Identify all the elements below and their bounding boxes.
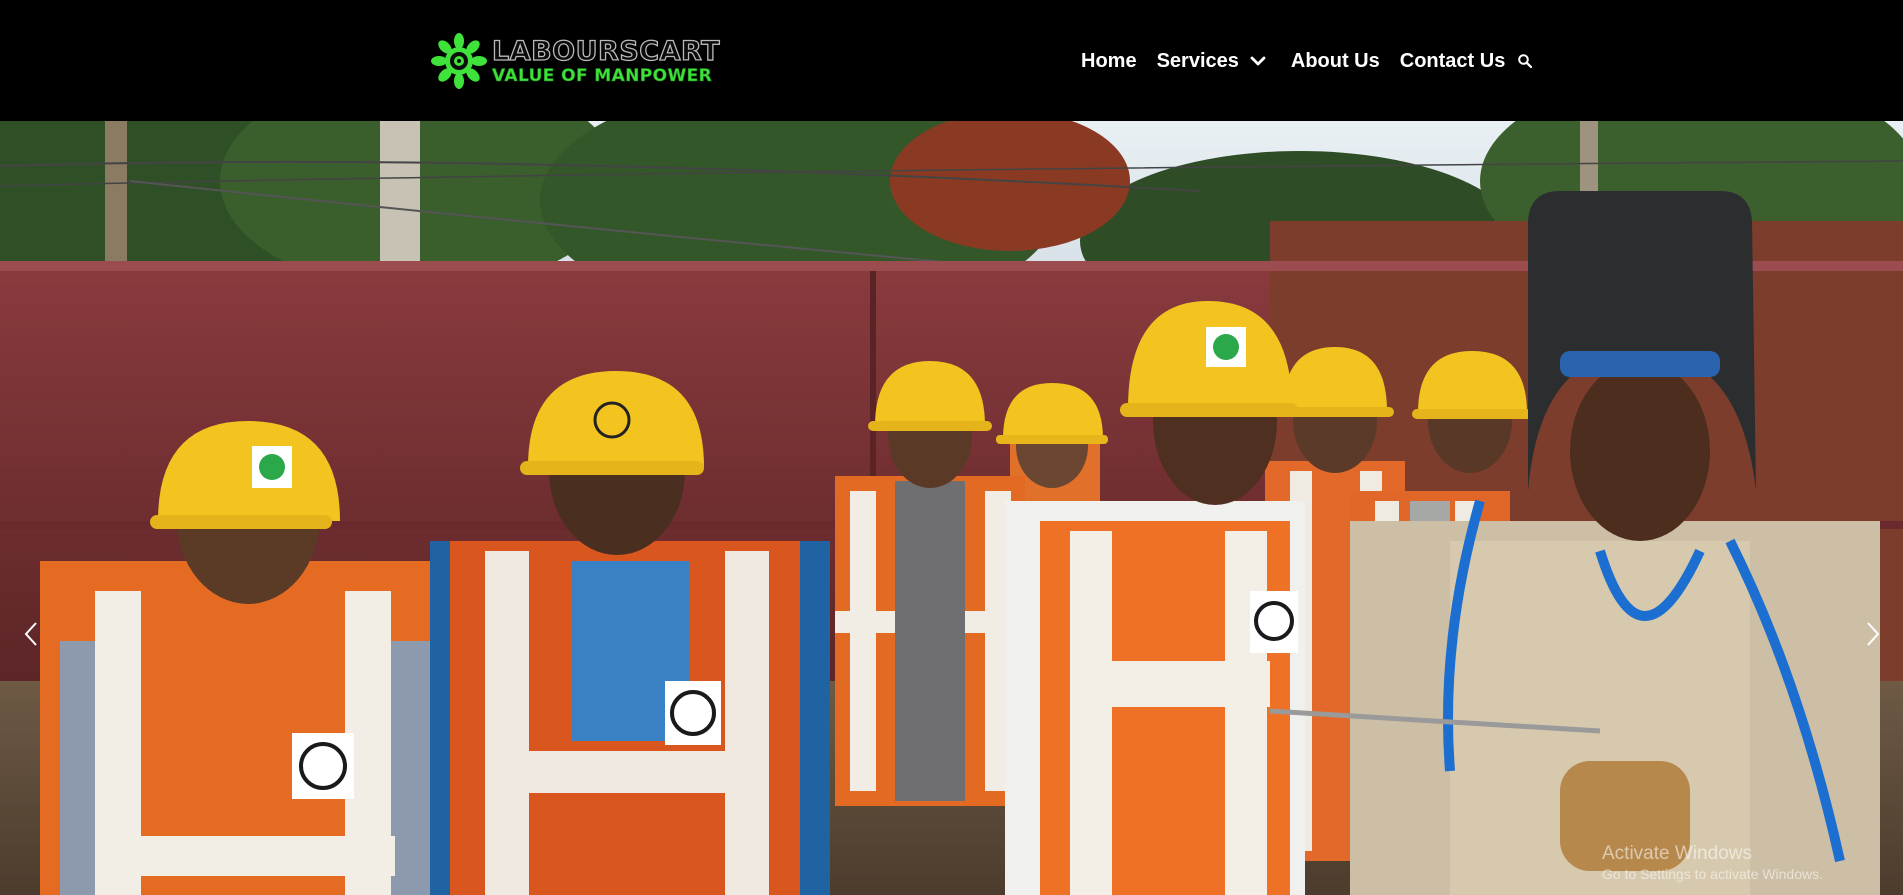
watermark-subtitle: Go to Settings to activate Windows.	[1602, 865, 1823, 882]
chevron-right-icon	[1867, 622, 1880, 646]
logo-name: LABOURSCART	[491, 35, 720, 67]
slider-next-button[interactable]	[1858, 616, 1888, 652]
logo-tagline: VALUE OF MANPOWER	[492, 65, 713, 86]
slider-prev-button[interactable]	[16, 616, 46, 652]
chevron-down-icon[interactable]	[1249, 52, 1267, 70]
nav-services-menu[interactable]: Services	[1157, 50, 1267, 73]
main-nav: Home Services About Us Contact Us	[1081, 46, 1533, 76]
logo-text: LABOURSCART VALUE OF MANPOWER	[491, 35, 720, 86]
gear-flower-logo-icon	[431, 33, 487, 89]
search-icon[interactable]	[1517, 53, 1533, 69]
hero-slider	[0, 121, 1903, 895]
nav-contact-link[interactable]: Contact Us	[1400, 50, 1506, 73]
nav-home-link[interactable]: Home	[1081, 50, 1137, 73]
construction-workers-photo	[0, 121, 1903, 895]
nav-about-link[interactable]: About Us	[1291, 50, 1380, 73]
watermark-title: Activate Windows	[1602, 843, 1752, 864]
site-logo[interactable]: LABOURSCART VALUE OF MANPOWER	[430, 32, 720, 90]
site-header: LABOURSCART VALUE OF MANPOWER Home Servi…	[0, 0, 1903, 121]
chevron-left-icon	[24, 622, 37, 646]
activate-windows-watermark: Activate Windows Go to Settings to activ…	[1602, 842, 1823, 883]
nav-services-label: Services	[1156, 49, 1239, 72]
